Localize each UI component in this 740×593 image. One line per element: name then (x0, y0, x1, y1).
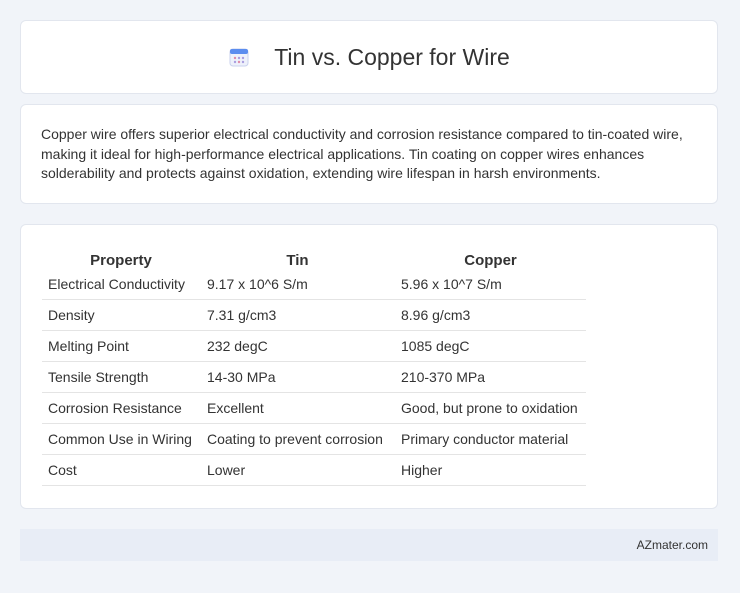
cell-copper: 210-370 MPa (394, 361, 586, 393)
summary-card: Copper wire offers superior electrical c… (20, 104, 718, 204)
cell-property: Common Use in Wiring (42, 423, 201, 455)
cell-property: Cost (42, 454, 201, 486)
summary-text: Copper wire offers superior electrical c… (41, 126, 683, 181)
cell-property: Electrical Conductivity (42, 269, 201, 300)
table-row: Common Use in Wiring Coating to prevent … (42, 423, 586, 455)
cell-tin: 232 degC (200, 330, 395, 362)
cell-copper: 8.96 g/cm3 (394, 299, 586, 331)
footer: AZmater.com (20, 529, 718, 561)
table-row: Density 7.31 g/cm3 8.96 g/cm3 (42, 299, 586, 331)
cell-tin: Excellent (200, 392, 395, 424)
page-title: Tin vs. Copper for Wire (274, 43, 510, 70)
table-header-row: Property Tin Copper (42, 245, 586, 269)
cell-tin: 9.17 x 10^6 S/m (200, 269, 395, 300)
cell-tin: 7.31 g/cm3 (200, 299, 395, 331)
table-row: Melting Point 232 degC 1085 degC (42, 330, 586, 362)
table-row: Tensile Strength 14-30 MPa 210-370 MPa (42, 361, 586, 393)
cell-property: Corrosion Resistance (42, 392, 201, 424)
footer-site-name: AZmater.com (636, 538, 708, 552)
comparison-table: Property Tin Copper Electrical Conductiv… (42, 245, 586, 486)
cell-tin: Coating to prevent corrosion (200, 423, 395, 455)
cell-property: Density (42, 299, 201, 331)
cell-copper: Good, but prone to oxidation (394, 392, 586, 424)
cell-property: Tensile Strength (42, 361, 201, 393)
header-tin: Tin (200, 245, 395, 269)
cell-copper: 5.96 x 10^7 S/m (394, 269, 586, 300)
table-row: Electrical Conductivity 9.17 x 10^6 S/m … (42, 269, 586, 300)
cell-tin: 14-30 MPa (200, 361, 395, 393)
header-property: Property (90, 252, 152, 269)
header-copper: Copper (394, 245, 586, 269)
cell-copper: Primary conductor material (394, 423, 586, 455)
cell-property: Melting Point (42, 330, 201, 362)
cell-copper: 1085 degC (394, 330, 586, 362)
comparison-table-card: Property Tin Copper Electrical Conductiv… (20, 224, 718, 509)
table-row: Cost Lower Higher (42, 454, 586, 486)
cell-copper: Higher (394, 454, 586, 486)
calendar-icon (228, 46, 250, 68)
table-row: Corrosion Resistance Excellent Good, but… (42, 392, 586, 424)
cell-tin: Lower (200, 454, 395, 486)
title-card: Tin vs. Copper for Wire (20, 20, 718, 94)
